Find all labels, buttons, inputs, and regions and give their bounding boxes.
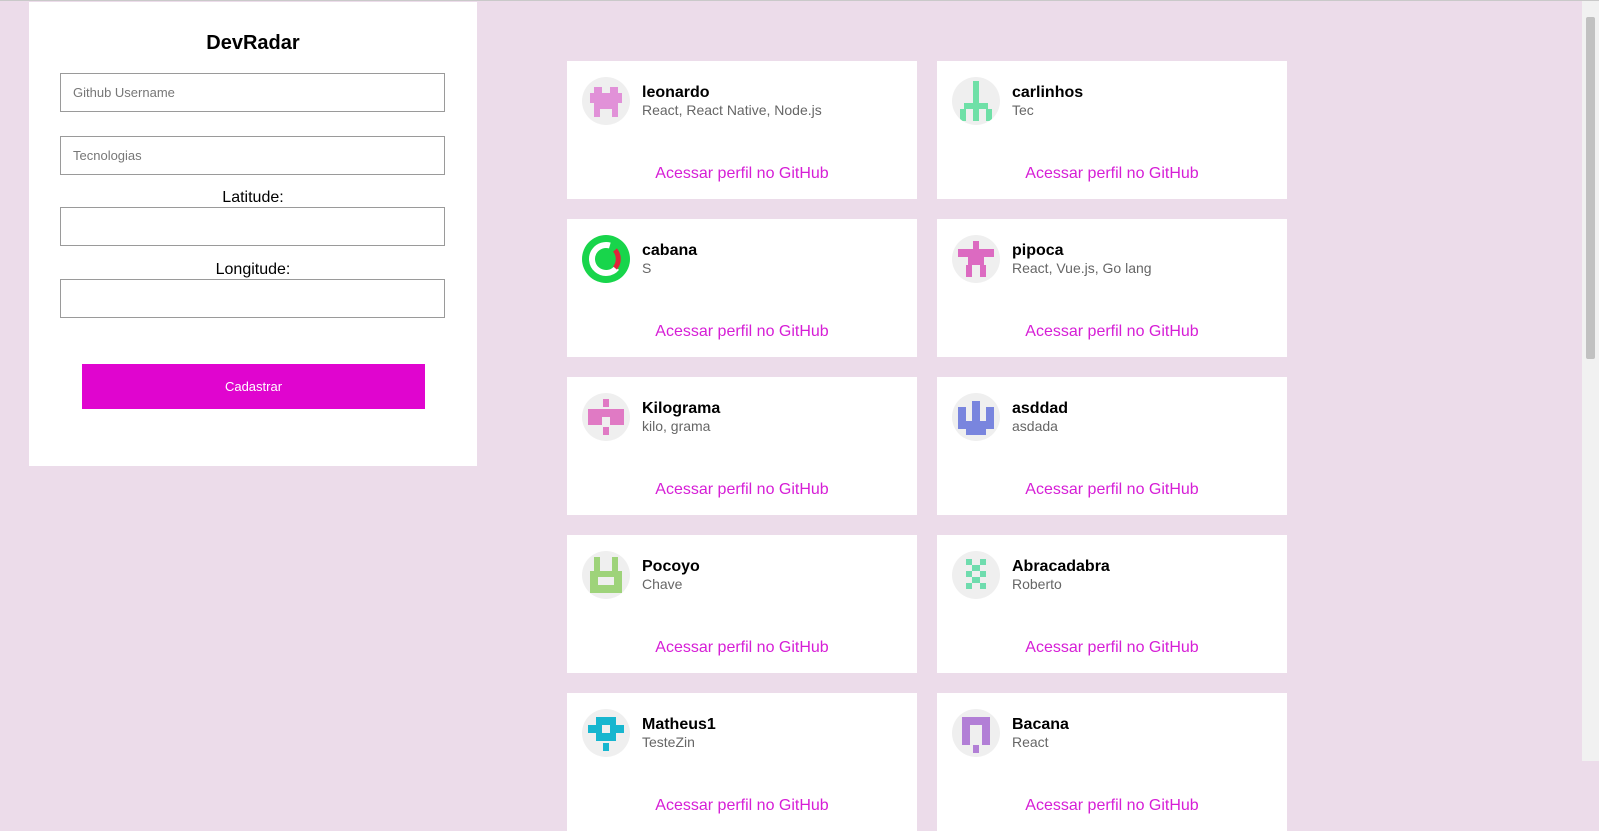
longitude-label: Longitude: — [215, 261, 291, 278]
register-button[interactable]: Cadastrar — [82, 364, 425, 409]
github-profile-link[interactable]: Acessar perfil no GitHub — [937, 323, 1287, 341]
dev-techs: React, React Native, Node.js — [642, 102, 822, 118]
dev-name: Pocoyo — [642, 558, 700, 575]
longitude-input[interactable] — [60, 279, 445, 318]
identicon-avatar-icon — [958, 401, 994, 435]
dev-avatar — [582, 709, 630, 757]
dev-name: pipoca — [1012, 242, 1064, 259]
dev-name: leonardo — [642, 84, 710, 101]
dev-list: leonardo React, React Native, Node.js Ac… — [567, 61, 1287, 831]
dev-techs: React, Vue.js, Go lang — [1012, 260, 1152, 276]
techs-input[interactable] — [60, 136, 445, 175]
page-scrollbar[interactable] — [1582, 1, 1599, 761]
dev-card: Pocoyo Chave Acessar perfil no GitHub — [567, 535, 917, 673]
dev-avatar — [582, 551, 630, 599]
dev-techs: TesteZin — [642, 734, 695, 750]
dev-card: asddad asdada Acessar perfil no GitHub — [937, 377, 1287, 515]
dev-avatar — [952, 393, 1000, 441]
dev-avatar — [952, 551, 1000, 599]
dev-name: asddad — [1012, 400, 1069, 417]
dev-card: carlinhos Tec Acessar perfil no GitHub — [937, 61, 1287, 199]
dev-techs: S — [642, 260, 652, 276]
dev-card: Matheus1 TesteZin Acessar perfil no GitH… — [567, 693, 917, 831]
github-profile-link[interactable]: Acessar perfil no GitHub — [937, 165, 1287, 183]
dev-avatar — [952, 77, 1000, 125]
dev-techs: Chave — [642, 576, 683, 592]
dev-name: cabana — [642, 242, 698, 259]
dev-registration-form: DevRadar Latitude: Longitude: Cadastrar — [29, 2, 477, 466]
latitude-input[interactable] — [60, 207, 445, 246]
dev-name: Abracadabra — [1012, 558, 1110, 575]
dev-card: Bacana React Acessar perfil no GitHub — [937, 693, 1287, 831]
dev-avatar — [952, 235, 1000, 283]
dev-card: Abracadabra Roberto Acessar perfil no Gi… — [937, 535, 1287, 673]
identicon-avatar-icon — [590, 557, 622, 593]
github-profile-link[interactable]: Acessar perfil no GitHub — [937, 797, 1287, 815]
dev-avatar — [582, 393, 630, 441]
dev-avatar — [952, 709, 1000, 757]
github-profile-link[interactable]: Acessar perfil no GitHub — [567, 797, 917, 815]
app-title: DevRadar — [206, 32, 300, 54]
dev-techs: asdada — [1012, 418, 1058, 434]
identicon-avatar-icon — [590, 87, 622, 117]
dev-techs: kilo, grama — [642, 418, 711, 434]
dev-techs: Tec — [1012, 102, 1034, 118]
dev-card: cabana S Acessar perfil no GitHub — [567, 219, 917, 357]
letter-c-logo-avatar-icon — [589, 242, 623, 276]
dev-name: Kilograma — [642, 400, 721, 417]
dev-name: Matheus1 — [642, 716, 716, 733]
identicon-avatar-icon — [960, 81, 992, 121]
dev-techs: React — [1012, 734, 1049, 750]
github-profile-link[interactable]: Acessar perfil no GitHub — [567, 481, 917, 499]
identicon-avatar-icon — [958, 241, 994, 277]
dev-avatar — [582, 77, 630, 125]
dev-card: Kilograma kilo, grama Acessar perfil no … — [567, 377, 917, 515]
identicon-avatar-icon — [962, 717, 990, 753]
github-username-input[interactable] — [60, 73, 445, 112]
github-profile-link[interactable]: Acessar perfil no GitHub — [937, 481, 1287, 499]
latitude-label: Latitude: — [222, 189, 284, 206]
dev-name: carlinhos — [1012, 84, 1084, 101]
identicon-avatar-icon — [966, 559, 986, 589]
dev-avatar — [582, 235, 630, 283]
dev-techs: Roberto — [1012, 576, 1062, 592]
github-profile-link[interactable]: Acessar perfil no GitHub — [567, 639, 917, 657]
dev-name: Bacana — [1012, 716, 1069, 733]
github-profile-link[interactable]: Acessar perfil no GitHub — [937, 639, 1287, 657]
dev-card: pipoca React, Vue.js, Go lang Acessar pe… — [937, 219, 1287, 357]
dev-card: leonardo React, React Native, Node.js Ac… — [567, 61, 917, 199]
identicon-avatar-icon — [588, 399, 624, 435]
scrollbar-thumb[interactable] — [1586, 17, 1595, 359]
github-profile-link[interactable]: Acessar perfil no GitHub — [567, 165, 917, 183]
identicon-avatar-icon — [588, 717, 624, 751]
github-profile-link[interactable]: Acessar perfil no GitHub — [567, 323, 917, 341]
